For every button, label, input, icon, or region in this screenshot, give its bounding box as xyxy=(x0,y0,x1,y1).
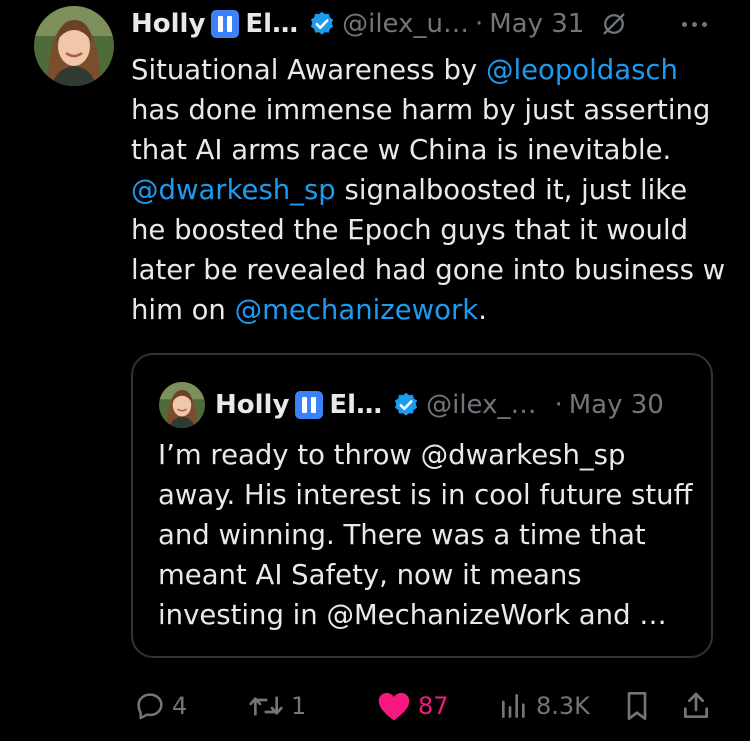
tweet[interactable]: Holly El… @ilex_u… · May 31 Situational … xyxy=(0,0,750,741)
tweet-text-line: that AI arms race w China is inevitable. xyxy=(131,130,731,170)
quoted-tweet[interactable]: Holly El… @ilex_… · May 30 I’m ready to … xyxy=(131,353,713,658)
author-handle[interactable]: @ilex_u… xyxy=(342,9,469,39)
tweet-text-segment: he boosted the Epoch guys that it would xyxy=(131,214,689,246)
tweet-text-segment: signalboosted it, just like xyxy=(335,174,688,206)
tweet-text: Situational Awareness by @leopoldasch has… xyxy=(131,50,731,330)
quoted-text-line: away. His interest is in cool future stu… xyxy=(158,479,693,511)
avatar[interactable] xyxy=(34,6,114,86)
quoted-date: May 30 xyxy=(568,390,664,420)
tweet-text-segment: him on xyxy=(131,294,235,326)
views-icon xyxy=(498,690,530,722)
like-count: 87 xyxy=(418,692,449,720)
like-button[interactable]: 87 xyxy=(376,682,449,730)
repost-icon xyxy=(247,690,285,722)
reply-button[interactable]: 4 xyxy=(134,682,187,730)
bookmark-icon xyxy=(622,690,652,722)
share-icon xyxy=(680,690,712,722)
bookmark-button[interactable] xyxy=(622,682,652,730)
mention-link[interactable]: @leopoldasch xyxy=(486,54,678,86)
pause-emoji-icon xyxy=(295,391,324,419)
quoted-text-line: I’m ready to throw @dwarkesh_sp xyxy=(158,439,626,471)
tweet-text-line: later be revealed had gone into business… xyxy=(131,250,731,290)
quoted-text: I’m ready to throw @dwarkesh_sp away. Hi… xyxy=(158,435,698,635)
verified-badge-icon[interactable] xyxy=(308,10,336,38)
repost-button[interactable]: 1 xyxy=(247,682,306,730)
quoted-header-separator: · xyxy=(554,390,563,420)
header-separator: · xyxy=(474,9,484,39)
views-count: 8.3K xyxy=(536,692,590,720)
author-name-suffix[interactable]: El… xyxy=(245,9,298,39)
tweet-text-segment: has done immense harm by just asserting xyxy=(131,94,711,126)
reply-count: 4 xyxy=(172,692,188,720)
share-button[interactable] xyxy=(680,682,712,730)
mention-link[interactable]: @dwarkesh_sp xyxy=(131,174,336,206)
tweet-text-line: him on @mechanizework. xyxy=(131,290,731,330)
author-name[interactable]: Holly xyxy=(131,9,205,39)
quoted-author-handle: @ilex_… xyxy=(426,390,537,420)
quoted-author-name: Holly xyxy=(215,390,290,420)
quoted-text-line: investing in @MechanizeWork and … xyxy=(158,599,667,631)
reply-icon xyxy=(134,690,166,722)
tweet-text-segment: . xyxy=(478,294,487,326)
action-bar: 4 1 87 8.3K xyxy=(0,682,750,730)
more-icon[interactable] xyxy=(682,22,707,27)
tweet-text-line: Situational Awareness by @leopoldasch xyxy=(131,50,731,90)
pause-emoji-icon xyxy=(211,10,240,38)
verified-badge-icon xyxy=(392,391,420,419)
edit-icon[interactable] xyxy=(600,10,628,38)
tweet-text-segment: later be revealed had gone into business… xyxy=(131,254,726,286)
tweet-text-segment: Situational Awareness by xyxy=(131,54,486,86)
tweet-date[interactable]: May 31 xyxy=(489,9,584,39)
quoted-header: Holly El… @ilex_… · May 30 xyxy=(215,385,664,425)
repost-count: 1 xyxy=(291,692,307,720)
mention-link[interactable]: @mechanizework xyxy=(235,294,479,326)
views-button[interactable]: 8.3K xyxy=(498,682,590,730)
tweet-text-line: @dwarkesh_sp signalboosted it, just like xyxy=(131,170,731,210)
quoted-author-name-suffix: El… xyxy=(329,390,383,420)
tweet-header: Holly El… @ilex_u… · May 31 xyxy=(131,4,628,44)
tweet-text-line: has done immense harm by just asserting xyxy=(131,90,731,130)
tweet-text-line: he boosted the Epoch guys that it would xyxy=(131,210,731,250)
tweet-text-segment: that AI arms race w China is inevitable. xyxy=(131,134,672,166)
quoted-text-line: meant AI Safety, now it means xyxy=(158,559,582,591)
quoted-avatar[interactable] xyxy=(159,382,205,428)
quoted-text-line: and winning. There was a time that xyxy=(158,519,646,551)
like-icon xyxy=(376,690,412,722)
